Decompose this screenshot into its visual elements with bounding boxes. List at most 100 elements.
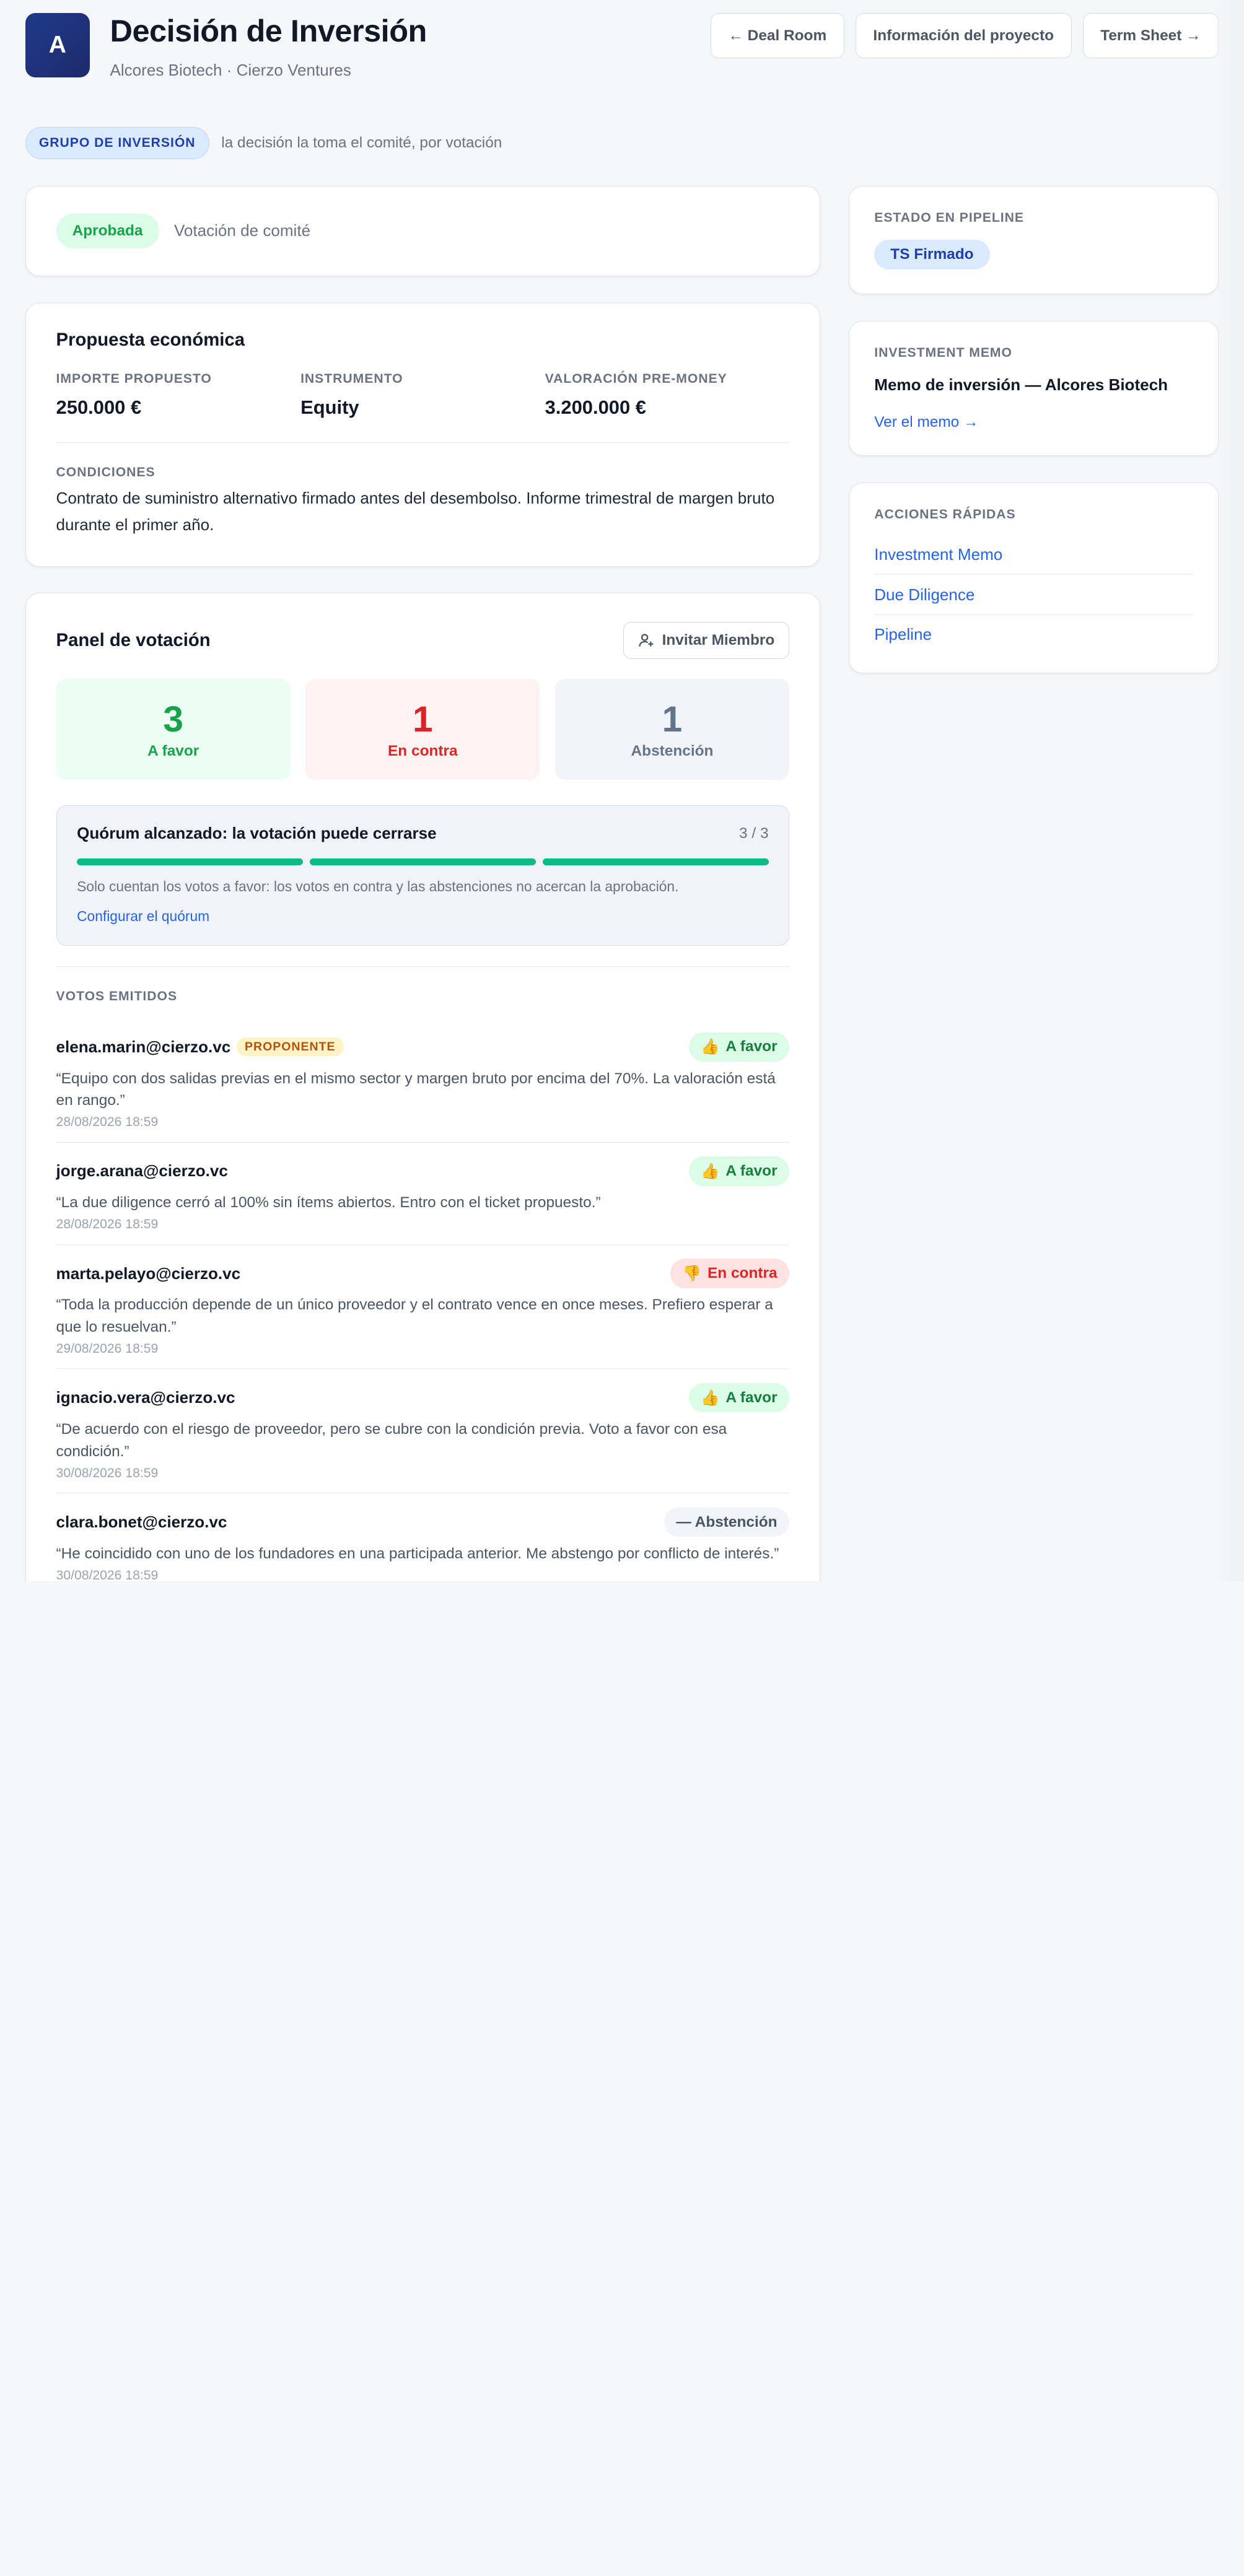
proponent-badge: PROPONENTE bbox=[236, 1037, 344, 1056]
quorum-count: 3 / 3 bbox=[739, 824, 769, 842]
votes-label: VOTOS EMITIDOS bbox=[56, 989, 178, 1003]
vote-label: A favor bbox=[725, 1162, 778, 1179]
page-title: Decisión de Inversión bbox=[110, 13, 427, 49]
add-user-icon bbox=[638, 634, 653, 647]
vote-label: A favor bbox=[725, 1389, 778, 1406]
vote-entry: elena.marin@cierzo.vc PROPONENTE 👍 A favo… bbox=[56, 1018, 790, 1143]
vote-comment: “He coincidido con uno de los fundadores… bbox=[56, 1545, 779, 1563]
valuation-field: VALORACIÓN PRE-MONEY 3.200.000 € bbox=[545, 372, 790, 419]
voter: marta.pelayo@cierzo.vc bbox=[56, 1264, 241, 1283]
vote-entry-header: jorge.arana@cierzo.vc 👍 A favor bbox=[56, 1156, 790, 1186]
status-card: Aprobada Votación de comité bbox=[25, 185, 820, 277]
vote-entry-header: ignacio.vera@cierzo.vc 👍 A favor bbox=[56, 1383, 790, 1413]
vote-date: 29/08/2026 18:59 bbox=[56, 1341, 159, 1356]
thumbs-up-icon: 👍 bbox=[701, 1039, 720, 1056]
decision-mode: GRUPO DE INVERSIÓN la decisión la toma e… bbox=[25, 127, 1219, 160]
quick-action-investment-memo[interactable]: Investment Memo bbox=[874, 535, 1193, 575]
decision-mode-text: la decisión la toma el comité, por votac… bbox=[221, 134, 502, 152]
vote-label: — Abstención bbox=[676, 1513, 778, 1530]
status-text: Votación de comité bbox=[173, 221, 311, 240]
deal-room-button[interactable]: ← Deal Room bbox=[710, 13, 844, 59]
project-info-button[interactable]: Información del proyecto bbox=[855, 13, 1072, 59]
quick-actions-card: ACCIONES RÁPIDAS Investment Memo Due Dil… bbox=[848, 482, 1219, 673]
quorum-segment bbox=[310, 858, 536, 866]
quorum-note: Solo cuentan los votos a favor: los voto… bbox=[77, 878, 679, 895]
memo-card: INVESTMENT MEMO Memo de inversión — Alco… bbox=[848, 320, 1219, 456]
quorum-progress bbox=[77, 858, 769, 866]
votes-list: elena.marin@cierzo.vc PROPONENTE 👍 A favo… bbox=[56, 1018, 790, 1581]
invite-member-button[interactable]: Invitar Miembro bbox=[623, 621, 790, 659]
pipeline-label: ESTADO EN PIPELINE bbox=[874, 210, 1024, 225]
tally-contra-count: 1 bbox=[413, 699, 433, 740]
pipeline-status-badge: TS Firmado bbox=[874, 239, 990, 270]
vote-entry-header: elena.marin@cierzo.vc PROPONENTE 👍 A favo… bbox=[56, 1032, 790, 1062]
main-column: Aprobada Votación de comité Propuesta ec… bbox=[25, 185, 820, 1582]
quorum-box: Quórum alcanzado: la votación puede cerr… bbox=[56, 805, 790, 946]
voter-email: clara.bonet@cierzo.vc bbox=[56, 1513, 227, 1532]
tally-abstention-count: 1 bbox=[662, 699, 683, 740]
instrument-label: INSTRUMENTO bbox=[300, 372, 403, 386]
quick-action-due-diligence[interactable]: Due Diligence bbox=[874, 575, 1193, 615]
content-grid: Aprobada Votación de comité Propuesta ec… bbox=[25, 185, 1219, 1582]
quorum-segment bbox=[542, 858, 769, 866]
vote-entry: marta.pelayo@cierzo.vc 👎 En contra “Toda … bbox=[56, 1245, 790, 1369]
vote-entry: clara.bonet@cierzo.vc — Abstención “He c… bbox=[56, 1493, 790, 1581]
vote-entry: jorge.arana@cierzo.vc 👍 A favor “La due d… bbox=[56, 1143, 790, 1245]
voter-email: jorge.arana@cierzo.vc bbox=[56, 1161, 228, 1181]
page-header: A Decisión de Inversión Alcores Biotech … bbox=[25, 0, 1219, 80]
amount-label: IMPORTE PROPUESTO bbox=[56, 372, 212, 386]
tally-favor-label: A favor bbox=[147, 742, 199, 759]
status-badge: Aprobada bbox=[56, 214, 159, 248]
memo-label: INVESTMENT MEMO bbox=[874, 345, 1012, 360]
thumbs-down-icon: 👎 bbox=[682, 1265, 702, 1282]
tally-favor: 3 A favor bbox=[56, 679, 291, 780]
voter-email: marta.pelayo@cierzo.vc bbox=[56, 1264, 241, 1283]
quorum-header: Quórum alcanzado: la votación puede cerr… bbox=[77, 824, 768, 843]
invite-member-label: Invitar Miembro bbox=[662, 631, 775, 648]
sidebar: ESTADO EN PIPELINE TS Firmado INVESTMENT… bbox=[848, 185, 1219, 1582]
instrument-field: INSTRUMENTO Equity bbox=[300, 372, 545, 419]
vote-label: A favor bbox=[725, 1038, 778, 1055]
conditions-text: Contrato de suministro alternativo firma… bbox=[56, 489, 775, 534]
quick-action-pipeline[interactable]: Pipeline bbox=[874, 615, 1193, 648]
tally-contra-label: En contra bbox=[388, 742, 458, 759]
vote-comment: “Equipo con dos salidas previas en el mi… bbox=[56, 1070, 776, 1109]
voter-email: ignacio.vera@cierzo.vc bbox=[56, 1388, 235, 1407]
vote-entry-header: clara.bonet@cierzo.vc — Abstención bbox=[56, 1508, 790, 1537]
vote-date: 30/08/2026 18:59 bbox=[56, 1465, 159, 1480]
quick-actions-label: ACCIONES RÁPIDAS bbox=[874, 507, 1016, 522]
amount-value: 250.000 € bbox=[56, 396, 142, 419]
memo-title: Memo de inversión — Alcores Biotech bbox=[874, 375, 1168, 395]
tally-favor-count: 3 bbox=[163, 699, 183, 740]
vote-badge: — Abstención bbox=[664, 1508, 790, 1537]
vote-comment: “Toda la producción depende de un único … bbox=[56, 1296, 773, 1336]
proposal-card: Propuesta económica IMPORTE PROPUESTO 25… bbox=[25, 302, 820, 567]
quick-actions-list: Investment Memo Due Diligence Pipeline bbox=[874, 535, 1193, 648]
vote-date: 28/08/2026 18:59 bbox=[56, 1115, 159, 1130]
amount-field: IMPORTE PROPUESTO 250.000 € bbox=[56, 372, 301, 419]
tally-contra: 1 En contra bbox=[305, 679, 540, 780]
investment-group-pill: GRUPO DE INVERSIÓN bbox=[25, 127, 209, 160]
conditions-label: CONDICIONES bbox=[56, 465, 156, 480]
vote-date: 30/08/2026 18:59 bbox=[56, 1568, 159, 1582]
brand: A Decisión de Inversión Alcores Biotech … bbox=[25, 13, 427, 80]
header-nav: ← Deal Room Información del proyecto Ter… bbox=[710, 13, 1219, 59]
quorum-title: Quórum alcanzado: la votación puede cerr… bbox=[77, 824, 437, 843]
voting-panel: Panel de votación Invitar Miembro 3 A fa… bbox=[25, 592, 820, 1582]
proposal-title: Propuesta económica bbox=[56, 329, 245, 350]
vote-entry: ignacio.vera@cierzo.vc 👍 A favor “De acue… bbox=[56, 1369, 790, 1494]
voter: clara.bonet@cierzo.vc bbox=[56, 1513, 227, 1532]
view-memo-link[interactable]: Ver el memo → bbox=[874, 414, 1193, 431]
divider bbox=[56, 442, 790, 443]
tally-abstention-label: Abstención bbox=[631, 742, 714, 759]
term-sheet-button[interactable]: Term Sheet → bbox=[1082, 13, 1219, 59]
pipeline-card: ESTADO EN PIPELINE TS Firmado bbox=[848, 185, 1219, 295]
tally-abstention: 1 Abstención bbox=[554, 679, 790, 780]
voter: elena.marin@cierzo.vc PROPONENTE bbox=[56, 1037, 344, 1057]
vote-entry-header: marta.pelayo@cierzo.vc 👎 En contra bbox=[56, 1259, 790, 1288]
configure-quorum-link[interactable]: Configurar el quórum bbox=[77, 908, 768, 925]
page-subtitle: Alcores Biotech · Cierzo Ventures bbox=[110, 60, 351, 79]
vote-badge: 👍 A favor bbox=[688, 1156, 790, 1186]
valuation-label: VALORACIÓN PRE-MONEY bbox=[545, 372, 727, 386]
voter-email: elena.marin@cierzo.vc bbox=[56, 1037, 231, 1056]
